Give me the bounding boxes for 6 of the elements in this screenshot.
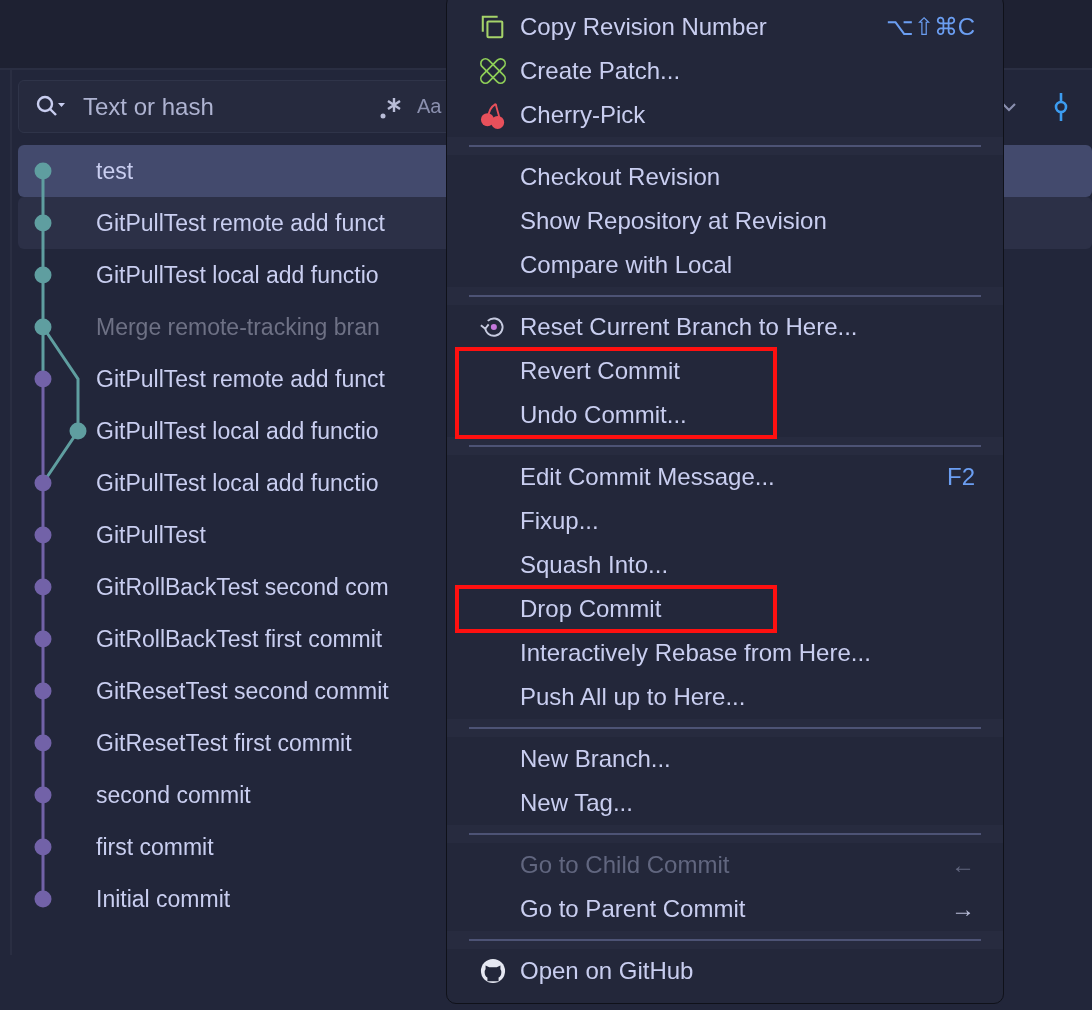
commit-message: GitPullTest remote add funct xyxy=(96,209,385,237)
shortcut-label: ← xyxy=(951,851,975,879)
shortcut-label: ⌥⇧⌘C xyxy=(885,13,975,41)
shortcut-label: → xyxy=(951,895,975,923)
shortcut-label: F2 xyxy=(947,463,975,491)
commit-message: test xyxy=(96,157,134,185)
